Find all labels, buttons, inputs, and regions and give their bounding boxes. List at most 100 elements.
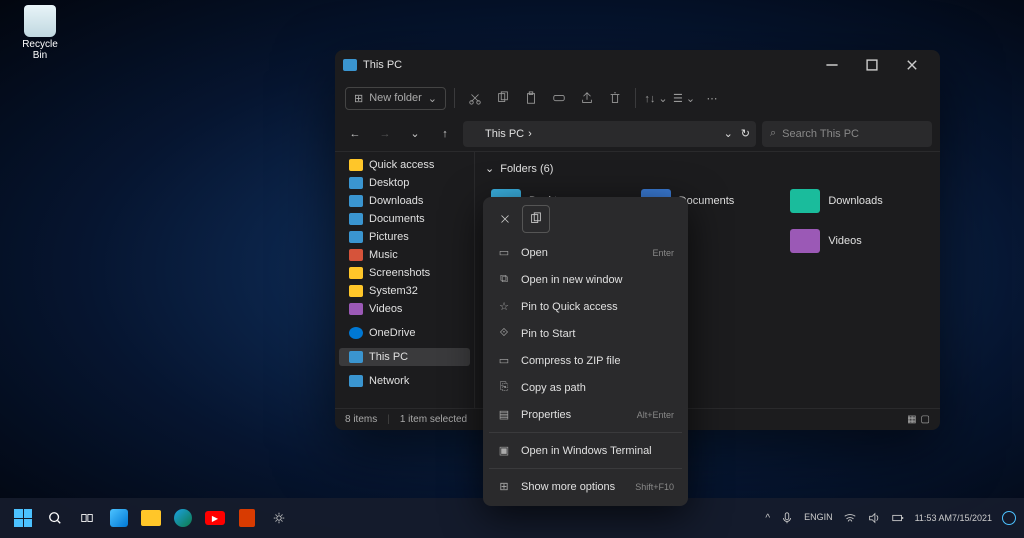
office-button[interactable]	[232, 503, 262, 533]
separator	[489, 432, 682, 433]
sidebar-documents[interactable]: Documents	[335, 210, 474, 228]
paste-button[interactable]	[519, 86, 543, 110]
widgets-icon	[110, 509, 128, 527]
more-icon: ⊞	[497, 480, 511, 493]
maximize-button[interactable]	[852, 51, 892, 79]
clock-button[interactable]: 11:53 AM7/15/2021	[915, 513, 992, 524]
wifi-icon[interactable]	[843, 511, 857, 525]
edge-icon	[174, 509, 192, 527]
mic-icon[interactable]	[780, 511, 794, 525]
recycle-bin-label: Recycle Bin	[15, 39, 65, 61]
sidebar-videos[interactable]: Videos	[335, 300, 474, 318]
pc-icon	[469, 129, 481, 139]
search-input[interactable]: ⌕ Search This PC	[762, 121, 932, 147]
sidebar-desktop[interactable]: Desktop	[335, 174, 474, 192]
settings-button[interactable]	[264, 503, 294, 533]
window-icon: ⧉	[497, 273, 511, 286]
widgets-button[interactable]	[104, 503, 134, 533]
clipboard-icon: ⎘	[497, 381, 511, 394]
menu-compress-zip[interactable]: ▭Compress to ZIP file	[489, 347, 682, 374]
sidebar-pictures[interactable]: Pictures	[335, 228, 474, 246]
network-icon	[349, 375, 363, 387]
rename-button[interactable]	[547, 86, 571, 110]
explorer-button[interactable]	[136, 503, 166, 533]
folder-icon	[790, 189, 820, 213]
folder-downloads[interactable]: Downloads	[784, 183, 930, 219]
new-folder-button[interactable]: ⊞ New folder ⌄	[345, 87, 446, 110]
folder-icon	[349, 177, 363, 189]
back-button[interactable]: ←	[343, 122, 367, 146]
volume-icon[interactable]	[867, 511, 881, 525]
sort-button[interactable]: ↑↓ ⌄	[644, 86, 668, 110]
forward-button[interactable]: →	[373, 122, 397, 146]
sidebar-downloads[interactable]: Downloads	[335, 192, 474, 210]
cut-button[interactable]	[463, 86, 487, 110]
recent-button[interactable]: ⌄	[403, 122, 427, 146]
cut-button[interactable]	[491, 205, 519, 233]
start-button[interactable]	[8, 503, 38, 533]
sidebar-system32[interactable]: System32	[335, 282, 474, 300]
folder-videos[interactable]: Videos	[784, 223, 930, 259]
task-view-button[interactable]	[72, 503, 102, 533]
desktop-recycle-bin[interactable]: Recycle Bin	[15, 5, 65, 61]
sidebar: Quick access Desktop Downloads Documents…	[335, 152, 475, 408]
address-bar[interactable]: This PC › ⌄ ↻	[463, 121, 756, 147]
search-button[interactable]	[40, 503, 70, 533]
notifications-button[interactable]	[1002, 511, 1016, 525]
language-button[interactable]: ENGIN	[804, 513, 833, 523]
this-pc-icon	[343, 59, 357, 71]
folder-icon	[349, 213, 363, 225]
tray-chevron[interactable]: ^	[765, 513, 770, 524]
folder-icon	[141, 510, 161, 526]
properties-icon: ▤	[497, 408, 511, 421]
chevron-right-icon: ›	[528, 128, 532, 140]
titlebar[interactable]: This PC	[335, 50, 940, 80]
sidebar-this-pc[interactable]: This PC	[339, 348, 470, 366]
dropdown-button[interactable]: ⌄	[720, 127, 737, 140]
copy-button[interactable]	[522, 205, 550, 233]
menu-windows-terminal[interactable]: ▣Open in Windows Terminal	[489, 437, 682, 464]
search-placeholder: Search This PC	[782, 128, 859, 140]
edge-button[interactable]	[168, 503, 198, 533]
minimize-button[interactable]	[812, 51, 852, 79]
folders-section-header[interactable]: ⌄Folders (6)	[485, 158, 930, 179]
menu-open-new-window[interactable]: ⧉Open in new window	[489, 266, 682, 293]
view-button[interactable]: ☰ ⌄	[672, 86, 696, 110]
copy-button[interactable]	[491, 86, 515, 110]
menu-properties[interactable]: ▤PropertiesAlt+Enter	[489, 401, 682, 428]
folder-icon	[790, 229, 820, 253]
youtube-button[interactable]: ▶	[200, 503, 230, 533]
sidebar-network[interactable]: Network	[335, 372, 474, 390]
office-icon	[239, 509, 255, 527]
breadcrumb-this-pc[interactable]: This PC	[485, 128, 524, 140]
command-bar: ⊞ New folder ⌄ ↑↓ ⌄ ☰ ⌄ ⋯	[335, 80, 940, 116]
refresh-button[interactable]: ↻	[741, 127, 750, 140]
delete-button[interactable]	[603, 86, 627, 110]
sidebar-onedrive[interactable]: OneDrive	[335, 324, 474, 342]
menu-show-more[interactable]: ⊞Show more optionsShift+F10	[489, 473, 682, 500]
pc-icon	[349, 351, 363, 363]
share-button[interactable]	[575, 86, 599, 110]
menu-copy-path[interactable]: ⎘Copy as path	[489, 374, 682, 401]
folder-icon	[349, 249, 363, 261]
menu-pin-quick-access[interactable]: ☆Pin to Quick access	[489, 293, 682, 320]
details-view-button[interactable]: ▦	[907, 414, 916, 425]
more-button[interactable]: ⋯	[700, 86, 724, 110]
menu-pin-start[interactable]: ⟐Pin to Start	[489, 320, 682, 347]
battery-icon[interactable]	[891, 511, 905, 525]
context-menu: ▭OpenEnter ⧉Open in new window ☆Pin to Q…	[483, 197, 688, 506]
new-folder-label: New folder	[369, 92, 422, 104]
sidebar-screenshots[interactable]: Screenshots	[335, 264, 474, 282]
divider	[454, 88, 455, 108]
window-title: This PC	[363, 59, 812, 71]
recycle-bin-icon	[24, 5, 56, 37]
selected-count: 1 item selected	[400, 414, 467, 425]
folder-icon	[349, 303, 363, 315]
menu-open[interactable]: ▭OpenEnter	[489, 239, 682, 266]
sidebar-quick-access[interactable]: Quick access	[335, 156, 474, 174]
item-count: 8 items	[345, 414, 377, 425]
large-icons-button[interactable]: ▢	[921, 414, 930, 425]
sidebar-music[interactable]: Music	[335, 246, 474, 264]
close-button[interactable]	[892, 51, 932, 79]
up-button[interactable]: ↑	[433, 122, 457, 146]
